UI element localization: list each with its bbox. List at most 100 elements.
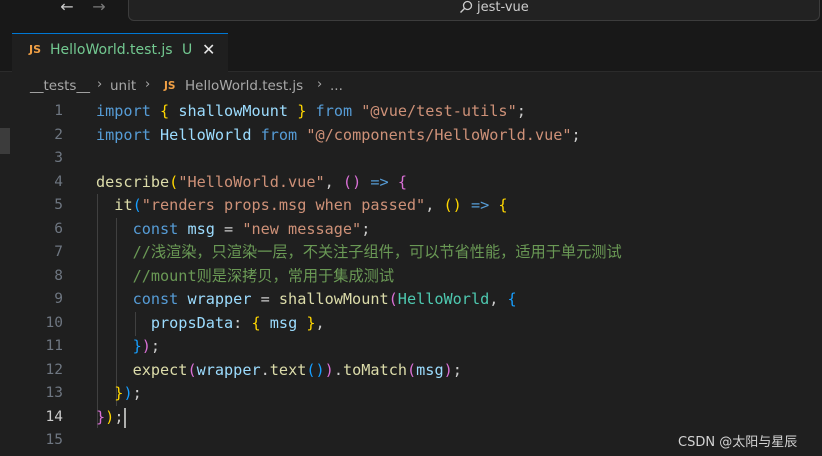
code-line[interactable]: 5 it("renders props.msg when passed", ()…: [0, 194, 822, 218]
code-token: ;: [150, 337, 161, 355]
code-token: toMatch: [342, 360, 407, 379]
code-token: HelloWorld: [160, 125, 252, 144]
code-token: import: [96, 102, 151, 120]
code-text: import { shallowMount } from "@vue/test-…: [96, 100, 526, 124]
code-token: (: [187, 360, 197, 379]
close-icon[interactable]: ✕: [202, 40, 215, 59]
code-token: (: [306, 360, 316, 379]
watermark-text: CSDN @太阳与星辰: [678, 435, 798, 450]
code-token: wrapper: [196, 360, 261, 379]
code-token: "@/components/HelloWorld.vue": [306, 125, 572, 144]
code-token: //mount则是深拷贝，常用于集成测试: [132, 266, 395, 285]
code-token: (: [169, 172, 179, 191]
code-token: ): [324, 360, 334, 379]
code-token: {: [251, 313, 261, 332]
code-line[interactable]: 12 expect(wrapper.text()).toMatch(msg);: [0, 359, 822, 383]
code-token: ,: [489, 290, 508, 308]
line-number: 15: [45, 432, 63, 448]
code-text: describe("HelloWorld.vue", () => {: [96, 171, 407, 195]
code-token: ): [123, 384, 133, 402]
breadcrumb-tests-folder[interactable]: __tests__: [30, 78, 90, 94]
code-token: =: [214, 219, 243, 238]
code-editor[interactable]: 1 import { shallowMount } from "@vue/test…: [0, 100, 822, 456]
forward-arrow-icon[interactable]: →: [89, 0, 109, 16]
back-arrow-icon[interactable]: ←: [57, 0, 77, 16]
line-number: 10: [45, 314, 63, 331]
code-line[interactable]: 9 const wrapper = shallowMount(HelloWorl…: [0, 288, 822, 312]
code-token: ): [452, 196, 462, 214]
code-token: ,: [315, 313, 325, 332]
code-token: shallowMount: [278, 290, 389, 308]
code-line[interactable]: 14});: [0, 406, 822, 430]
code-token: it: [114, 196, 133, 214]
code-token: //浅渲染，只渲染一层，不关注子组件，可以节省性能，适用于单元测试: [132, 243, 622, 261]
code-token: from: [260, 125, 298, 144]
workspace-name: jest-vue: [477, 0, 529, 15]
code-line[interactable]: 7 //浅渲染，只渲染一层，不关注子组件，可以节省性能，适用于单元测试: [0, 241, 822, 265]
line-number: 12: [45, 361, 63, 378]
code-token: ,: [324, 172, 343, 191]
javascript-file-icon: JS: [164, 80, 176, 92]
code-token: "HelloWorld.vue": [178, 172, 325, 191]
code-line[interactable]: 10 propsData: { msg },: [0, 312, 822, 336]
code-token: "@vue/test-utils": [361, 102, 517, 120]
text-cursor: [124, 407, 126, 428]
code-token: .: [333, 360, 343, 379]
code-token: wrapper: [187, 290, 252, 308]
code-text: expect(wrapper.text()).toMatch(msg);: [96, 359, 462, 383]
code-token: ): [315, 360, 325, 379]
code-line[interactable]: 1 import { shallowMount } from "@vue/test…: [0, 100, 822, 124]
code-text: });: [96, 382, 141, 406]
search-icon: [460, 0, 473, 13]
code-line[interactable]: 4 describe("HelloWorld.vue", () => {: [0, 171, 822, 195]
title-bar: ← → jest-vue: [0, 0, 822, 22]
line-number: 6: [54, 220, 63, 237]
code-token: (: [407, 360, 417, 379]
line-number: 2: [54, 126, 63, 143]
code-token: ;: [452, 360, 462, 379]
code-token: =: [251, 290, 279, 308]
code-line[interactable]: 11 });: [0, 335, 822, 359]
breadcrumb-symbols[interactable]: ...: [330, 78, 343, 94]
code-text: const msg = "new message";: [96, 218, 371, 242]
line-number: 3: [54, 150, 63, 166]
breadcrumb-file[interactable]: HelloWorld.test.js: [185, 78, 303, 94]
tab-hello-world-test[interactable]: JS HelloWorld.test.js U ✕: [12, 33, 228, 72]
code-line[interactable]: 3: [0, 147, 822, 171]
command-center-search[interactable]: jest-vue: [128, 0, 820, 21]
code-text: const wrapper = shallowMount(HelloWorld,…: [96, 288, 517, 312]
code-token: expect: [132, 360, 188, 379]
code-token: msg: [416, 360, 444, 379]
code-token: (: [443, 196, 453, 214]
breadcrumb: __tests__ › unit › JS HelloWorld.test.js…: [0, 72, 822, 100]
code-text: //mount则是深拷贝，常用于集成测试: [96, 265, 394, 289]
code-line[interactable]: 6 const msg = "new message";: [0, 218, 822, 242]
code-token: ;: [516, 102, 526, 120]
code-token: "new message": [242, 219, 362, 238]
code-token: HelloWorld: [397, 290, 490, 308]
line-number: 7: [54, 244, 63, 260]
code-token: text: [269, 360, 307, 379]
code-line[interactable]: 2 import HelloWorld from "@/components/He…: [0, 124, 822, 148]
code-text: //浅渲染，只渲染一层，不关注子组件，可以节省性能，适用于单元测试: [96, 241, 622, 265]
code-token: (: [388, 290, 398, 308]
line-number: 4: [54, 173, 63, 190]
code-token: msg: [187, 219, 215, 238]
code-line[interactable]: 13 });: [0, 382, 822, 406]
code-token: shallowMount: [178, 102, 289, 120]
code-token: {: [507, 290, 517, 308]
code-line[interactable]: 8 //mount则是深拷贝，常用于集成测试: [0, 265, 822, 289]
tab-label: HelloWorld.test.js: [50, 42, 173, 58]
breadcrumb-unit-folder[interactable]: unit: [110, 78, 136, 94]
